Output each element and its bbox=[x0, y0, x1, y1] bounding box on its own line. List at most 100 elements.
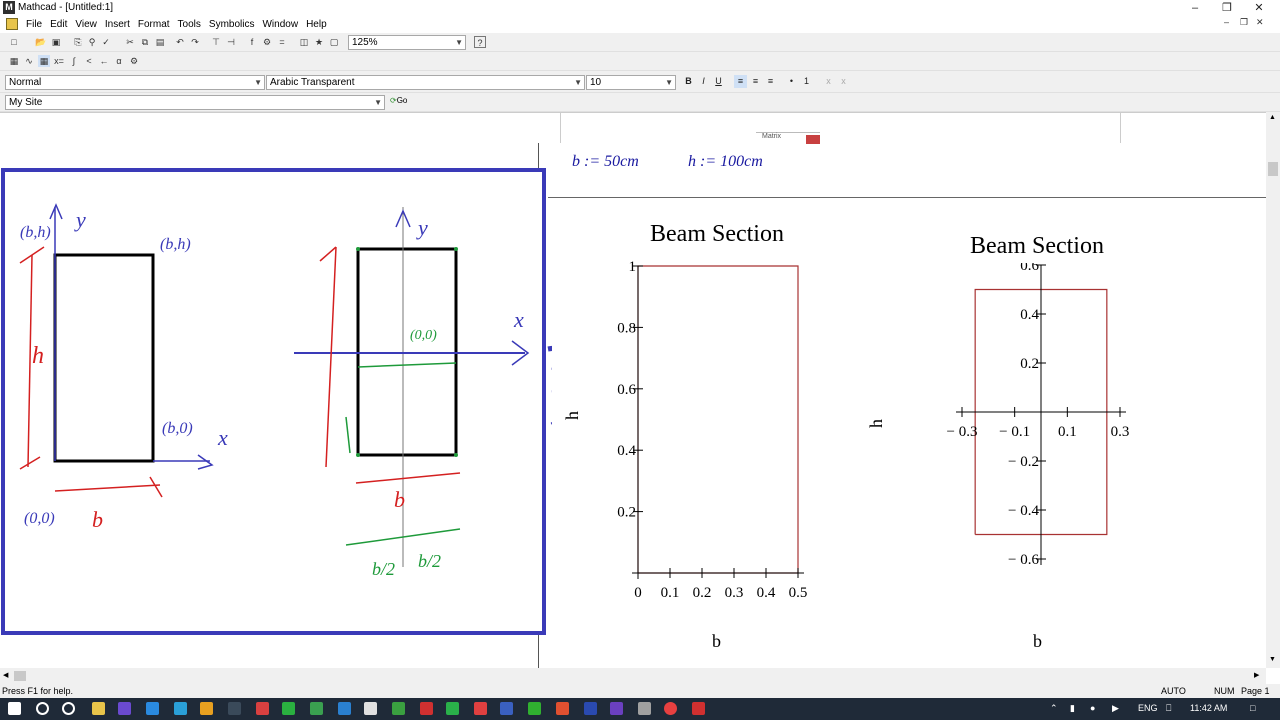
definition-b[interactable]: b := 50cm bbox=[572, 153, 639, 171]
notifications-icon[interactable]: □ bbox=[1250, 703, 1255, 713]
undo-icon[interactable]: ↶ bbox=[174, 36, 186, 48]
insert-function-icon[interactable]: f bbox=[246, 36, 258, 48]
programming-toolbar-icon[interactable]: ← bbox=[98, 55, 110, 67]
restore-button[interactable]: ❐ bbox=[1212, 1, 1242, 15]
align-left-icon[interactable]: ≡ bbox=[734, 75, 747, 88]
tray-chevron-icon[interactable]: ⌃ bbox=[1050, 703, 1058, 714]
vertical-scroll-thumb[interactable] bbox=[1268, 162, 1278, 176]
mathcad-task-icon[interactable] bbox=[200, 702, 213, 715]
worksheet[interactable]: Matrix b := 50cm h := 100cm y (b,h) (b,h… bbox=[0, 112, 1266, 669]
paste-icon[interactable]: ▤ bbox=[154, 36, 166, 48]
graph-toolbar-icon[interactable]: ∿ bbox=[23, 55, 35, 67]
redo-icon[interactable]: ↷ bbox=[189, 36, 201, 48]
app-icon[interactable] bbox=[638, 702, 651, 715]
file-explorer-icon[interactable] bbox=[92, 702, 105, 715]
app-icon[interactable] bbox=[556, 702, 569, 715]
document-menu-icon[interactable] bbox=[6, 18, 18, 30]
app-icon[interactable] bbox=[584, 702, 597, 715]
tray-usb-icon[interactable]: ▮ bbox=[1070, 703, 1075, 714]
app-icon[interactable] bbox=[664, 702, 677, 715]
chrome-icon[interactable] bbox=[392, 702, 405, 715]
app-icon[interactable] bbox=[500, 702, 513, 715]
menu-format[interactable]: Format bbox=[134, 16, 174, 33]
help-icon[interactable]: ? bbox=[474, 36, 486, 48]
calculator-toolbar-icon[interactable]: ▦ bbox=[8, 55, 20, 67]
align-down-icon[interactable]: ⊣ bbox=[225, 36, 237, 48]
mail-icon[interactable] bbox=[146, 702, 159, 715]
app-icon[interactable] bbox=[446, 702, 459, 715]
app-icon[interactable] bbox=[610, 702, 623, 715]
minimize-button[interactable]: – bbox=[1180, 1, 1210, 15]
app-icon[interactable] bbox=[528, 702, 541, 715]
app-icon[interactable] bbox=[282, 702, 295, 715]
calculate-icon[interactable]: = bbox=[276, 36, 288, 48]
spell-check-icon[interactable]: ✓ bbox=[100, 36, 112, 48]
menu-insert[interactable]: Insert bbox=[101, 16, 134, 33]
bullets-icon[interactable]: • bbox=[785, 75, 798, 88]
zoom-select[interactable]: 125% ▼ bbox=[348, 35, 466, 50]
app-icon[interactable] bbox=[474, 702, 487, 715]
teams-icon[interactable] bbox=[118, 702, 131, 715]
site-select[interactable]: My Site ▼ bbox=[5, 95, 385, 110]
go-button[interactable]: ⟳Go bbox=[390, 96, 407, 105]
menu-tools[interactable]: Tools bbox=[174, 16, 205, 33]
copy-icon[interactable]: ⧉ bbox=[139, 36, 151, 48]
scroll-right-icon[interactable]: ▶ bbox=[1254, 671, 1259, 679]
bold-button[interactable]: B bbox=[682, 75, 695, 88]
vertical-scrollbar[interactable]: ▲ ▼ bbox=[1266, 112, 1280, 668]
font-select[interactable]: Arabic Transparent ▼ bbox=[266, 75, 585, 90]
boolean-toolbar-icon[interactable]: < bbox=[83, 55, 95, 67]
menu-file[interactable]: File bbox=[22, 16, 46, 33]
menu-help[interactable]: Help bbox=[302, 16, 331, 33]
region-icon[interactable]: ▢ bbox=[328, 36, 340, 48]
horizontal-scroll-thumb[interactable] bbox=[14, 671, 26, 681]
tray-wifi-icon[interactable]: ● bbox=[1090, 703, 1095, 713]
greek-toolbar-icon[interactable]: α bbox=[113, 55, 125, 67]
popup-close-icon[interactable] bbox=[806, 135, 820, 144]
style-select[interactable]: Normal ▼ bbox=[5, 75, 265, 90]
scroll-down-icon[interactable]: ▼ bbox=[1269, 656, 1276, 663]
menu-edit[interactable]: Edit bbox=[46, 16, 71, 33]
windows-start-icon[interactable] bbox=[8, 702, 21, 715]
tray-battery-icon[interactable]: ⎕ bbox=[1166, 703, 1171, 714]
matrix-popup[interactable]: Matrix bbox=[756, 132, 820, 144]
app-icon[interactable] bbox=[364, 702, 377, 715]
insert-component-icon[interactable]: ◫ bbox=[298, 36, 310, 48]
print-icon[interactable]: ⎘ bbox=[72, 36, 84, 48]
cut-icon[interactable]: ✂ bbox=[124, 36, 136, 48]
resource-center-icon[interactable]: ★ bbox=[313, 36, 325, 48]
menu-view[interactable]: View bbox=[71, 16, 101, 33]
numbering-icon[interactable]: 1 bbox=[800, 75, 813, 88]
align-across-icon[interactable]: ⊤ bbox=[210, 36, 222, 48]
font-size-select[interactable]: 10 ▼ bbox=[586, 75, 676, 90]
scroll-left-icon[interactable]: ◀ bbox=[3, 671, 8, 679]
menu-window[interactable]: Window bbox=[258, 16, 302, 33]
app-icon[interactable] bbox=[692, 702, 705, 715]
tray-language[interactable]: ENG bbox=[1138, 703, 1158, 713]
definition-h[interactable]: h := 100cm bbox=[688, 153, 763, 171]
cortana-icon[interactable] bbox=[62, 702, 75, 715]
evaluation-toolbar-icon[interactable]: x= bbox=[53, 55, 65, 67]
app-icon[interactable] bbox=[420, 702, 433, 715]
scroll-up-icon[interactable]: ▲ bbox=[1269, 114, 1276, 121]
superscript-icon[interactable]: x bbox=[837, 75, 850, 88]
calculus-toolbar-icon[interactable]: ∫ bbox=[68, 55, 80, 67]
doc-close-button[interactable]: ✕ bbox=[1256, 17, 1264, 28]
align-right-icon[interactable]: ≡ bbox=[764, 75, 777, 88]
italic-button[interactable]: I bbox=[697, 75, 710, 88]
align-center-icon[interactable]: ≡ bbox=[749, 75, 762, 88]
app-icon[interactable] bbox=[256, 702, 269, 715]
new-icon[interactable]: □ bbox=[8, 36, 20, 48]
underline-button[interactable]: U bbox=[712, 75, 725, 88]
tray-volume-icon[interactable]: ▶ bbox=[1112, 703, 1119, 714]
open-icon[interactable]: 📂 bbox=[35, 36, 47, 48]
doc-minimize-button[interactable]: – bbox=[1224, 17, 1229, 27]
app-icon[interactable] bbox=[338, 702, 351, 715]
active-window-icon[interactable] bbox=[228, 702, 241, 715]
doc-restore-button[interactable]: ❐ bbox=[1240, 17, 1248, 28]
app-icon[interactable] bbox=[310, 702, 323, 715]
save-icon[interactable]: ▣ bbox=[50, 36, 62, 48]
subscript-icon[interactable]: x bbox=[822, 75, 835, 88]
symbolic-toolbar-icon[interactable]: ⚙ bbox=[128, 55, 140, 67]
matrix-toolbar-icon[interactable]: ▦ bbox=[38, 55, 50, 67]
